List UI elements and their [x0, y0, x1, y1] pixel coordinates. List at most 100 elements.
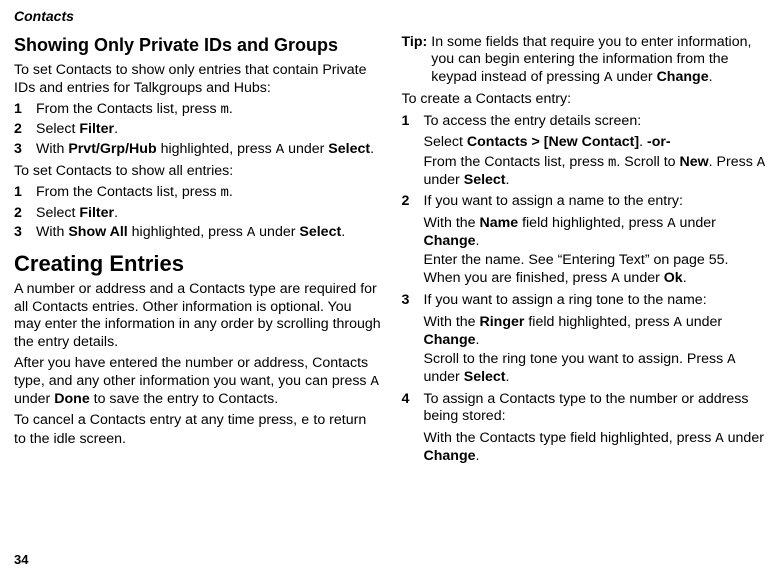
step-item: With Prvt/Grp/Hub highlighted, press A u…: [14, 141, 382, 159]
text: .: [476, 448, 480, 464]
paragraph: To create a Contacts entry:: [402, 91, 770, 108]
text: .: [229, 101, 233, 117]
tip-block: Tip: In some fields that require you to …: [402, 34, 770, 87]
paragraph: After you have entered the number or add…: [14, 355, 382, 408]
sub-paragraph: With the Ringer field highlighted, press…: [402, 314, 770, 350]
text: From the Contacts list, press: [36, 184, 221, 200]
paragraph: To set Contacts to show only entries tha…: [14, 62, 382, 97]
text: .: [341, 224, 345, 240]
text: under: [724, 430, 764, 446]
paragraph: To cancel a Contacts entry at any time p…: [14, 412, 382, 448]
key-icon: m: [221, 102, 229, 118]
text: under: [284, 141, 328, 157]
text: under: [14, 391, 54, 407]
text: . Press: [709, 154, 757, 170]
left-column: Showing Only Private IDs and Groups To s…: [14, 34, 382, 468]
text: With: [36, 141, 68, 157]
sub-paragraph: Enter the name. See “Entering Text” on p…: [402, 252, 770, 288]
text: .: [476, 332, 480, 348]
text: .: [709, 69, 713, 85]
text: With the: [424, 215, 480, 231]
key-icon: A: [276, 142, 284, 158]
bold-label: Ok: [664, 270, 683, 286]
steps-list: If you want to assign a name to the entr…: [402, 193, 770, 210]
steps-list: To access the entry details screen:: [402, 113, 770, 130]
text: .: [229, 184, 233, 200]
text: From the Contacts list, press: [424, 154, 609, 170]
heading-private-ids: Showing Only Private IDs and Groups: [14, 34, 382, 56]
page: Contacts Showing Only Private IDs and Gr…: [0, 0, 783, 573]
text: .: [476, 233, 480, 249]
text: To access the entry details screen:: [424, 113, 642, 129]
bold-label: Change: [424, 332, 476, 348]
sub-paragraph: With the Contacts type field highlighted…: [402, 430, 770, 466]
text: under: [255, 224, 299, 240]
text: highlighted, press: [128, 224, 247, 240]
steps-list: To assign a Contacts type to the number …: [402, 391, 770, 426]
right-column: Tip: In some fields that require you to …: [402, 34, 770, 468]
running-header: Contacts: [14, 8, 769, 24]
text: To cancel a Contacts entry at any time p…: [14, 412, 301, 428]
step-item: From the Contacts list, press m.: [14, 184, 382, 202]
page-number: 34: [14, 552, 28, 567]
bold-label: Change: [424, 233, 476, 249]
bold-label: Select: [299, 224, 341, 240]
text: field highlighted, press: [518, 215, 667, 231]
key-icon: A: [247, 225, 255, 241]
text: field highlighted, press: [524, 314, 673, 330]
text: Scroll to the ring tone you want to assi…: [424, 351, 728, 367]
key-icon: A: [370, 374, 378, 390]
bold-label: Contacts > [New Contact]: [467, 134, 639, 150]
columns: Showing Only Private IDs and Groups To s…: [14, 34, 769, 468]
text: Select: [36, 121, 79, 137]
bold-label: Done: [54, 391, 89, 407]
paragraph: To set Contacts to show all entries:: [14, 163, 382, 180]
text: .: [506, 369, 510, 385]
text: Select: [424, 134, 467, 150]
key-icon: A: [727, 352, 735, 368]
bold-label: Ringer: [479, 314, 524, 330]
text: . Scroll to: [616, 154, 679, 170]
text: under: [682, 314, 722, 330]
text: If you want to assign a name to the entr…: [424, 193, 683, 209]
text: under: [424, 172, 464, 188]
text: Select: [36, 205, 79, 221]
paragraph: A number or address and a Contacts type …: [14, 281, 382, 351]
sub-paragraph: From the Contacts list, press m. Scroll …: [402, 154, 770, 190]
steps-list: From the Contacts list, press m. Select …: [14, 184, 382, 242]
bold-label: Show All: [68, 224, 127, 240]
text: .: [683, 270, 687, 286]
key-icon: A: [673, 315, 681, 331]
tip-label: Tip:: [402, 34, 432, 87]
text: under: [424, 369, 464, 385]
bold-label: Select: [328, 141, 370, 157]
bold-label: Prvt/Grp/Hub: [68, 141, 156, 157]
bold-label: Name: [479, 215, 518, 231]
step-item: Select Filter.: [14, 121, 382, 138]
text: With: [36, 224, 68, 240]
bold-label: Select: [464, 172, 506, 188]
text: With the Contacts type field highlighted…: [424, 430, 716, 446]
text: .: [114, 121, 118, 137]
step-item: To assign a Contacts type to the number …: [402, 391, 770, 426]
text: under: [676, 215, 716, 231]
key-icon: A: [667, 216, 675, 232]
sub-paragraph: With the Name field highlighted, press A…: [402, 215, 770, 251]
steps-list: From the Contacts list, press m. Select …: [14, 101, 382, 159]
bold-label: Change: [424, 448, 476, 464]
text: With the: [424, 314, 480, 330]
heading-creating-entries: Creating Entries: [14, 250, 382, 277]
key-icon: A: [715, 431, 723, 447]
tip-body: In some fields that require you to enter…: [431, 34, 769, 87]
step-item: With Show All highlighted, press A under…: [14, 224, 382, 242]
text: After you have entered the number or add…: [14, 355, 370, 388]
key-icon: A: [757, 155, 765, 171]
text: If you want to assign a ring tone to the…: [424, 292, 707, 308]
steps-list: If you want to assign a ring tone to the…: [402, 292, 770, 309]
bold-label: Filter: [79, 205, 114, 221]
bold-label: Select: [464, 369, 506, 385]
step-item: From the Contacts list, press m.: [14, 101, 382, 119]
text: under: [612, 69, 656, 85]
step-item: Select Filter.: [14, 205, 382, 222]
step-item: If you want to assign a name to the entr…: [402, 193, 770, 210]
